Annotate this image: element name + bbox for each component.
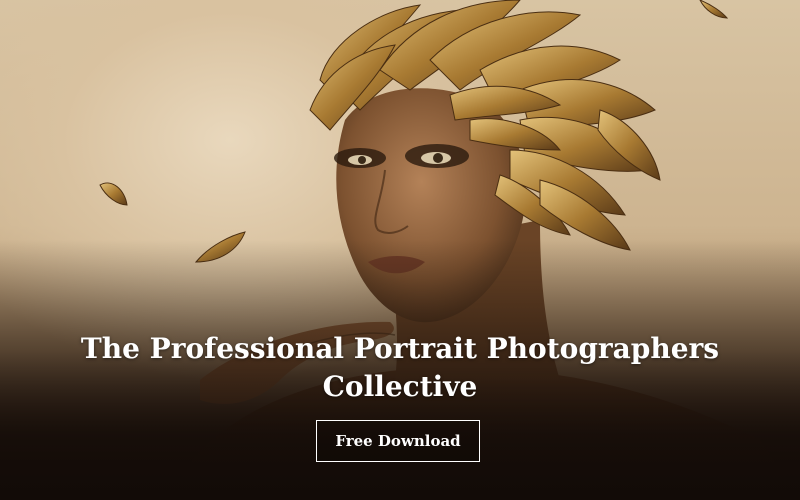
- free-download-button[interactable]: Free Download: [316, 420, 480, 462]
- hero-banner: The Professional Portrait Photographers …: [0, 0, 800, 500]
- hero-headline: The Professional Portrait Photographers …: [80, 332, 720, 403]
